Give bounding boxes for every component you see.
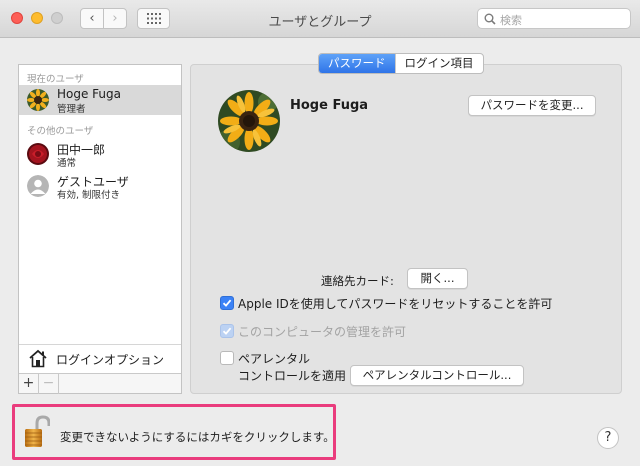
user-row-guest[interactable]: ゲストユーザ 有効, 制限付き	[19, 171, 181, 201]
help-button[interactable]: ?	[597, 427, 619, 449]
tab-bar: パスワード ログイン項目	[318, 53, 484, 74]
allow-admin-label: このコンピュータの管理を許可	[238, 325, 407, 339]
rose-avatar-icon	[27, 143, 49, 165]
search-field[interactable]: 検索	[477, 8, 631, 29]
tab-login-items[interactable]: ログイン項目	[394, 54, 483, 73]
add-user-button[interactable]: +	[19, 374, 39, 394]
parental-label-line1: ペアレンタル	[238, 352, 311, 366]
user-role: 有効, 制限付き	[57, 190, 121, 201]
user-row-tanaka[interactable]: 田中一郎 通常	[19, 139, 181, 169]
unlocked-padlock-icon[interactable]	[24, 415, 50, 449]
apple-id-reset-label: Apple IDを使用してパスワードをリセットすることを許可	[238, 297, 553, 311]
lock-highlight: 変更できないようにするにはカギをクリックします。	[12, 404, 336, 460]
allow-admin-checkbox	[220, 324, 234, 338]
login-options-item[interactable]: ログインオプション	[19, 344, 181, 372]
user-role: 通常	[57, 158, 77, 169]
parental-checkbox[interactable]	[220, 351, 234, 365]
contact-card-label: 連絡先カード:	[321, 274, 394, 288]
lock-status-text: 変更できないようにするにはカギをクリックします。	[60, 430, 335, 444]
search-icon	[484, 13, 496, 25]
user-role: 管理者	[57, 104, 86, 115]
change-password-button[interactable]: パスワードを変更...	[468, 95, 596, 116]
users-sidebar: 現在のユーザ Hoge Fuga 管理者 その他のユーザ 田中一郎 通常 ゲスト…	[18, 64, 182, 394]
sunflower-picture-icon	[218, 90, 280, 152]
checkmark-icon	[222, 327, 232, 335]
user-full-name: Hoge Fuga	[290, 98, 369, 113]
open-contact-card-button[interactable]: 開く...	[407, 268, 468, 289]
checkmark-icon	[222, 299, 232, 307]
tab-password[interactable]: パスワード	[319, 54, 395, 73]
sunflower-avatar-icon	[27, 89, 49, 111]
house-icon	[29, 349, 47, 368]
parental-label-line2: コントロールを適用	[238, 369, 347, 383]
remove-user-button[interactable]: −	[39, 374, 59, 394]
current-users-label: 現在のユーザ	[27, 74, 84, 85]
user-picture[interactable]	[218, 90, 280, 152]
user-name: Hoge Fuga	[57, 87, 122, 101]
user-row-hoge-fuga[interactable]: Hoge Fuga 管理者	[19, 85, 181, 115]
other-users-label: その他のユーザ	[27, 126, 94, 137]
guest-avatar-icon	[27, 175, 49, 197]
search-placeholder: 検索	[500, 14, 522, 27]
login-options-label: ログインオプション	[56, 353, 165, 367]
apple-id-reset-checkbox[interactable]	[220, 296, 234, 310]
parental-controls-button[interactable]: ペアレンタルコントロール...	[350, 365, 524, 386]
title-bar: ‹ › ユーザとグループ 検索	[0, 0, 640, 38]
sidebar-toolbar: + −	[19, 373, 181, 394]
